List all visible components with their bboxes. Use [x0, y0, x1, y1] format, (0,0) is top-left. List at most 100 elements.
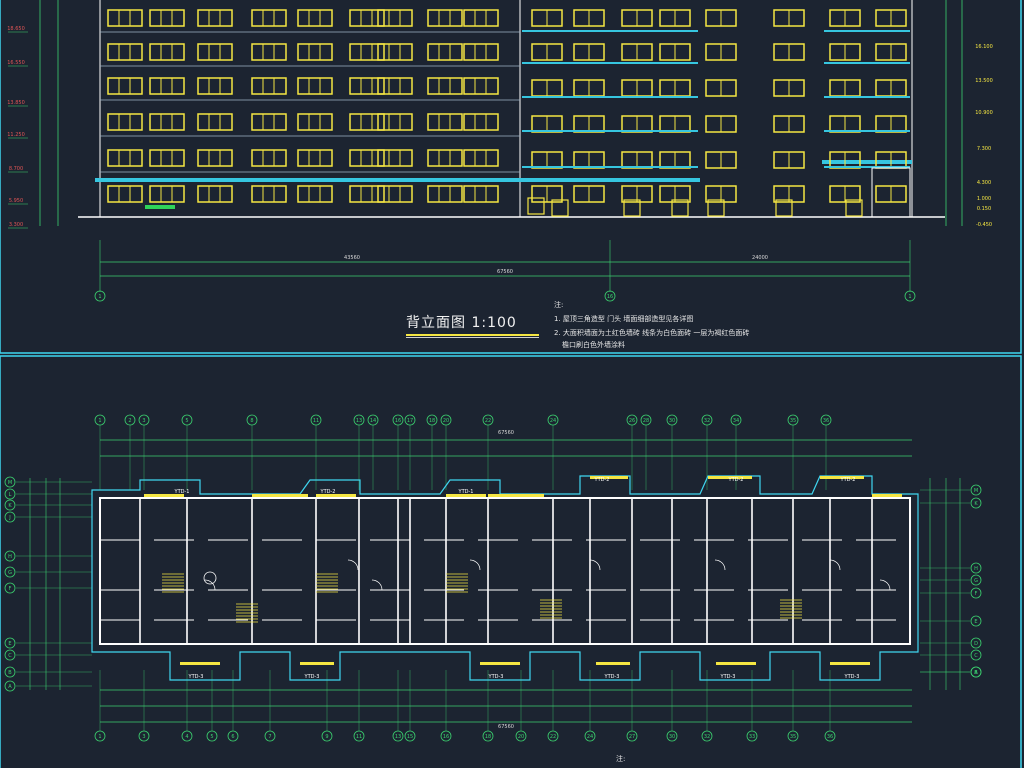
- plan-window: [252, 494, 308, 497]
- title-underline: [406, 334, 539, 336]
- axis-label: 30: [669, 418, 675, 424]
- axis-label: 20: [518, 734, 524, 740]
- level-label-right: 16.100: [975, 44, 993, 50]
- axis-label: 1: [908, 294, 911, 300]
- window: [251, 185, 287, 203]
- window: [427, 9, 463, 27]
- balcony-label: YTD-3: [604, 674, 620, 680]
- axis-label: 3: [142, 734, 145, 740]
- axis-label: 7: [268, 734, 271, 740]
- window: [251, 113, 287, 131]
- door-swing: [829, 559, 841, 571]
- axis-label: 35: [790, 734, 796, 740]
- balcony-rail: [824, 30, 910, 32]
- axis-label: 32: [704, 734, 710, 740]
- window: [427, 43, 463, 61]
- balcony-rail: [522, 130, 698, 132]
- level-label: 3.300: [9, 222, 23, 228]
- level-label-right: 7.300: [977, 146, 991, 152]
- window: [349, 113, 385, 131]
- axis-label: 8: [250, 418, 253, 424]
- axis-label: 15: [407, 734, 413, 740]
- window: [349, 77, 385, 95]
- level-label: 18.650: [7, 26, 25, 32]
- dimension-text: 67560: [498, 724, 514, 730]
- axis-label: 18: [485, 734, 491, 740]
- axis-label: 26: [629, 418, 635, 424]
- plan-window: [480, 662, 520, 665]
- window: [149, 77, 185, 95]
- window: [197, 43, 233, 61]
- axis-label: 13: [395, 734, 401, 740]
- axis-label: 27: [629, 734, 635, 740]
- axis-label: H: [974, 566, 978, 572]
- axis-label: 9: [325, 734, 328, 740]
- plan-window: [300, 662, 334, 665]
- axis-label: A: [974, 670, 978, 676]
- axis-label: 20: [443, 418, 449, 424]
- axis-label: M: [974, 488, 978, 494]
- level-label: 5.950: [9, 198, 23, 204]
- balcony-label: YTD-3: [488, 674, 504, 680]
- axis-label: 33: [749, 734, 755, 740]
- axis-label: 36: [827, 734, 833, 740]
- window: [107, 149, 143, 167]
- window: [297, 77, 333, 95]
- cad-drawing: 18.650 16.550 13.850 11.250 8.700 5.950 3.300 1…: [0, 0, 1022, 768]
- plan-window: [596, 662, 630, 665]
- window: [197, 9, 233, 27]
- axis-label: 11: [313, 418, 319, 424]
- balcony-label: YTD-3: [188, 674, 204, 680]
- axis-label: 34: [733, 418, 739, 424]
- level-label: 8.700: [9, 166, 23, 172]
- window: [251, 77, 287, 95]
- dimension-text: 43560: [344, 255, 360, 261]
- exterior-wall: [99, 497, 911, 645]
- window: [149, 185, 185, 203]
- axis-label: 14: [370, 418, 376, 424]
- axis-label: 2: [128, 418, 131, 424]
- plan-window: [716, 662, 756, 665]
- note-1: 1. 屋顶三角造型 门头 墙面细部造型见各详图: [554, 315, 694, 323]
- window: [427, 113, 463, 131]
- window: [251, 149, 287, 167]
- axis-label: 24: [587, 734, 593, 740]
- balcony-rail: [824, 96, 910, 98]
- window: [149, 43, 185, 61]
- window: [251, 43, 287, 61]
- balcony-label: YTD-1: [174, 489, 190, 495]
- window: [377, 43, 413, 61]
- axis-label: 22: [550, 734, 556, 740]
- balcony-rail: [522, 96, 698, 98]
- axis-label: M: [8, 480, 12, 486]
- window: [149, 113, 185, 131]
- balcony-rail: [522, 62, 698, 64]
- balcony-slab: [95, 178, 520, 182]
- entrance-mark: [145, 205, 175, 209]
- level-label-right: 4.300: [977, 180, 991, 186]
- window: [427, 77, 463, 95]
- axis-label: 35: [790, 418, 796, 424]
- level-label: 13.850: [7, 100, 25, 106]
- axis-label: 1: [98, 294, 101, 300]
- window: [377, 185, 413, 203]
- door-swing: [371, 579, 383, 591]
- door-swing: [879, 579, 891, 591]
- window: [297, 9, 333, 27]
- axis-label: E: [8, 641, 11, 647]
- axis-label: 18: [429, 418, 435, 424]
- window: [377, 77, 413, 95]
- axis-label: 13: [356, 418, 362, 424]
- level-label-right: -0.450: [976, 222, 992, 228]
- axis-label: G: [8, 570, 12, 576]
- plan-window: [872, 494, 902, 497]
- balcony-label: YTD-2: [728, 477, 744, 483]
- window: [427, 149, 463, 167]
- axis-label: E: [974, 619, 977, 625]
- door-swing: [714, 559, 726, 571]
- axis-label: 1: [98, 418, 101, 424]
- door-swing: [589, 559, 601, 571]
- balcony-rail: [824, 62, 910, 64]
- balcony-label: YTD-3: [844, 674, 860, 680]
- window: [251, 9, 287, 27]
